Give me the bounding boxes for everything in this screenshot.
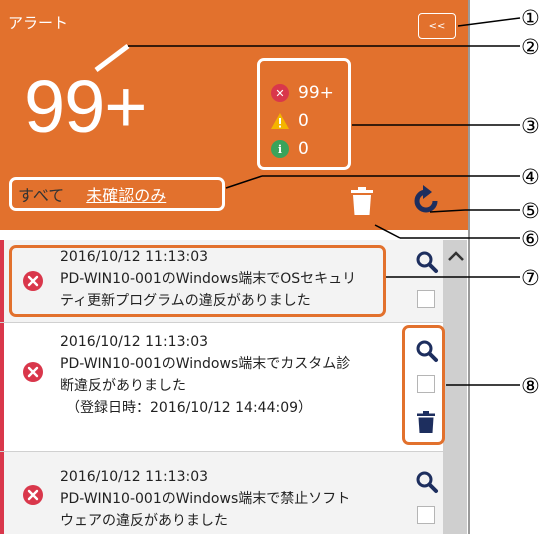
alert-message-line: ウェアの違反がありました [60, 513, 228, 529]
error-icon [23, 485, 43, 505]
alert-message-line: 断違反がありました [60, 378, 186, 394]
warning-icon [270, 111, 290, 131]
alert-message-highlight [9, 245, 386, 317]
info-count-row: i 0 [270, 135, 348, 163]
total-alert-count: 99+ [24, 65, 148, 148]
info-count: 0 [298, 139, 309, 159]
alert-timestamp: 2016/10/12 11:13:03 [60, 469, 209, 485]
alert-header: アラート << 99+ ✕ 99+ 0 i 0 すべて 未確認のみ [0, 0, 468, 230]
alert-item[interactable]: 2016/10/12 11:13:03 PD-WIN10-001のWindows… [0, 452, 443, 534]
error-icon [23, 362, 43, 382]
alert-checkbox[interactable] [417, 290, 435, 308]
warning-count-row: 0 [270, 107, 348, 135]
callout-5: ⑤ [521, 199, 540, 223]
filter-tabs: すべて 未確認のみ [9, 177, 225, 211]
search-icon[interactable] [415, 250, 439, 274]
alert-actions-highlight [402, 325, 445, 445]
callout-2: ② [521, 35, 540, 59]
alert-timestamp: 2016/10/12 11:13:03 [60, 334, 209, 350]
callout-6: ⑥ [521, 227, 540, 251]
alert-message-line: PD-WIN10-001のWindows端末で禁止ソフト [60, 491, 351, 507]
scrollbar[interactable] [443, 240, 467, 534]
callout-8: ⑧ [521, 374, 540, 398]
filter-all-tab[interactable]: すべて [18, 182, 64, 206]
trash-icon[interactable] [351, 187, 373, 215]
alert-item[interactable]: 2016/10/12 11:13:03 PD-WIN10-001のWindows… [0, 323, 443, 451]
filter-unread-tab[interactable]: 未確認のみ [86, 182, 166, 206]
error-count-row: ✕ 99+ [270, 79, 348, 107]
callout-4: ④ [521, 165, 540, 189]
alert-checkbox[interactable] [417, 506, 435, 524]
alert-message-line: PD-WIN10-001のWindows端末でカスタム診 [60, 356, 351, 372]
alert-type-counts: ✕ 99+ 0 i 0 [257, 58, 351, 170]
error-count: 99+ [298, 83, 334, 103]
error-icon: ✕ [270, 83, 290, 103]
info-icon: i [270, 139, 290, 159]
panel-title: アラート [8, 14, 69, 32]
callout-3: ③ [521, 114, 540, 138]
alert-panel: アラート << 99+ ✕ 99+ 0 i 0 すべて 未確認のみ 2016/1… [0, 0, 470, 534]
collapse-button[interactable]: << [418, 13, 456, 39]
callout-7: ⑦ [521, 266, 540, 290]
alert-registered-time: （登録日時：2016/10/12 14:44:09） [66, 400, 313, 416]
warning-count: 0 [298, 111, 309, 131]
chevron-up-icon[interactable] [446, 248, 466, 264]
search-icon[interactable] [415, 470, 439, 494]
refresh-icon[interactable] [412, 185, 440, 215]
callout-1: ① [521, 6, 540, 30]
